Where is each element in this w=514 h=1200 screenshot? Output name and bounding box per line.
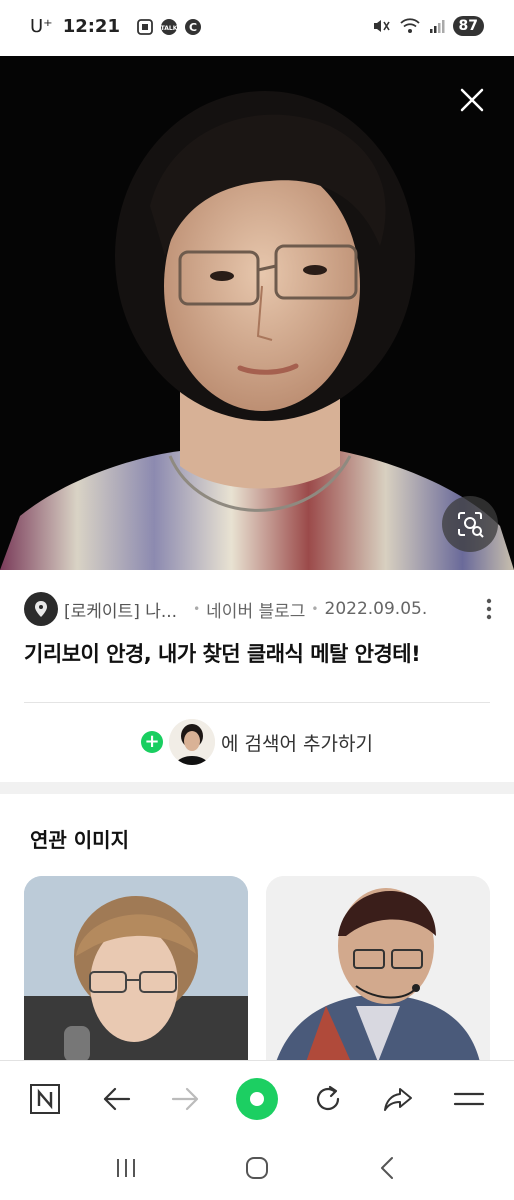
image-search-icon: [458, 512, 484, 538]
related-images-heading: 연관 이미지: [30, 828, 129, 852]
notification-icons: TALK C: [136, 18, 202, 36]
naver-home-button[interactable]: [23, 1077, 67, 1121]
forward-arrow-icon: [172, 1087, 199, 1110]
source-name[interactable]: [로케이트] 나...: [64, 597, 177, 622]
related-image: [24, 876, 248, 1062]
home-icon[interactable]: [244, 1155, 270, 1181]
add-search-label: 에 검색어 추가하기: [221, 732, 373, 755]
green-dot-icon: [235, 1077, 278, 1120]
separator-dot: •: [311, 602, 319, 616]
back-button[interactable]: [94, 1077, 138, 1121]
source-info: [로케이트] 나... • 네이버 블로그 • 2022.09.05.: [24, 592, 494, 626]
signal-icon: [429, 20, 445, 33]
system-navigation-bar: [0, 1136, 514, 1200]
portrait-image: [0, 56, 514, 570]
add-search-term-button[interactable]: + 에 검색어 추가하기: [0, 718, 514, 766]
section-separator: [0, 782, 514, 794]
share-icon: [384, 1087, 413, 1111]
status-left: U⁺ 12:21 TALK C: [30, 16, 202, 37]
clock: 12:21: [62, 16, 120, 37]
menu-button[interactable]: [447, 1077, 491, 1121]
refresh-button[interactable]: [306, 1077, 350, 1121]
more-options-icon[interactable]: [484, 596, 494, 622]
svg-text:TALK: TALK: [161, 25, 178, 32]
location-pin-icon: [35, 601, 47, 617]
related-image: [266, 876, 490, 1062]
image-title[interactable]: 기리보이 안경, 내가 찾던 클래식 메탈 안경테!: [24, 638, 504, 668]
svg-text:C: C: [189, 21, 197, 34]
carrier-label: U⁺: [30, 16, 53, 37]
related-image-card[interactable]: [266, 876, 490, 1062]
source-date: 2022.09.05.: [324, 599, 428, 619]
naver-n-icon: [30, 1083, 61, 1114]
c-icon: C: [184, 18, 201, 35]
divider: [24, 702, 490, 703]
status-right: 87: [371, 16, 484, 36]
related-image-card[interactable]: [24, 876, 248, 1062]
back-icon[interactable]: [375, 1155, 401, 1181]
status-bar: U⁺ 12:21 TALK C 87: [0, 0, 514, 56]
source-avatar[interactable]: [24, 592, 58, 626]
wifi-icon: [399, 18, 420, 33]
plus-icon: +: [141, 731, 164, 753]
source-site[interactable]: 네이버 블로그: [206, 597, 305, 622]
main-image[interactable]: [0, 56, 514, 570]
image-search-button[interactable]: [442, 496, 498, 552]
screenshot-icon: [137, 18, 153, 35]
forward-button[interactable]: [164, 1077, 208, 1121]
battery-level: 87: [452, 16, 484, 36]
separator-dot: •: [193, 602, 201, 616]
green-dot-button[interactable]: [235, 1077, 279, 1121]
mute-icon: [373, 20, 390, 32]
recents-icon[interactable]: [113, 1155, 139, 1181]
close-icon[interactable]: [458, 86, 486, 114]
talk-icon: TALK: [161, 18, 178, 35]
share-button[interactable]: [376, 1077, 420, 1121]
person-thumbnail: [169, 719, 216, 765]
menu-icon: [453, 1092, 484, 1105]
browser-toolbar: [0, 1060, 514, 1136]
refresh-icon: [316, 1085, 339, 1110]
back-arrow-icon: [103, 1087, 130, 1110]
